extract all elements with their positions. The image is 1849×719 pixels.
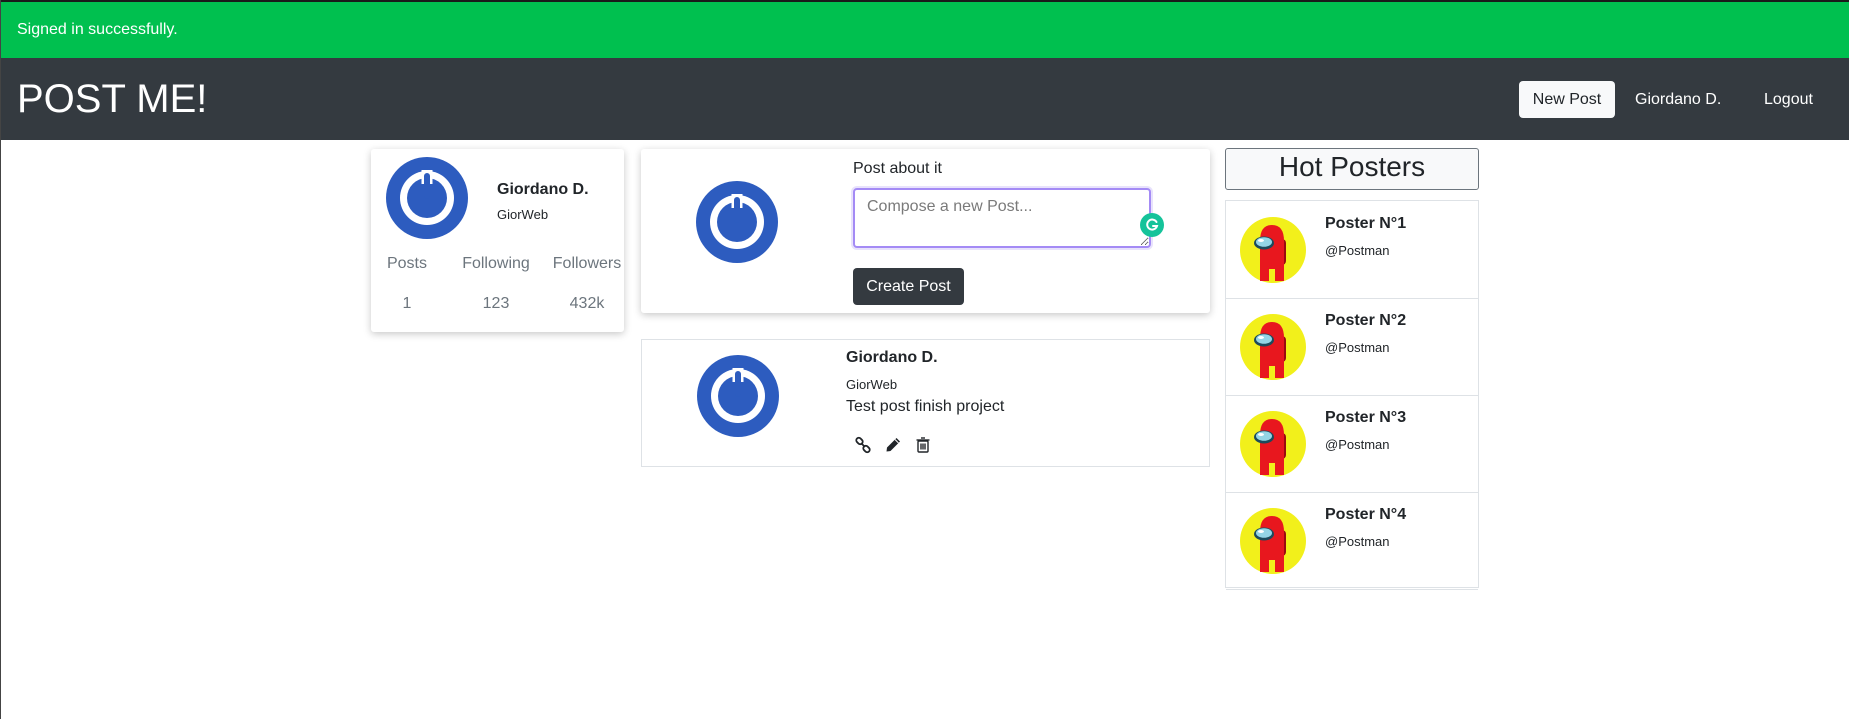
stat-value-posts: 1 <box>402 295 412 312</box>
stat-value-following: 123 <box>482 295 510 312</box>
hot-poster-item[interactable]: Poster N°3 @Postman <box>1226 395 1478 493</box>
post-handle: GiorWeb <box>846 377 898 392</box>
user-profile-link[interactable]: Giordano D. <box>1635 81 1721 118</box>
stat-label-following: Following <box>462 255 530 272</box>
grammarly-icon[interactable] <box>1140 213 1164 237</box>
stat-value-followers: 432k <box>569 295 605 312</box>
brand-logo[interactable]: POST ME! <box>17 75 207 123</box>
crewmate-avatar-icon <box>1240 217 1306 283</box>
compose-textarea[interactable] <box>853 188 1151 248</box>
hot-posters-list: Poster N°1 @Postman Poster N°2 @Postman … <box>1225 200 1479 590</box>
hot-poster-handle: @Postman <box>1325 534 1390 549</box>
hot-poster-handle: @Postman <box>1325 340 1390 355</box>
compose-card: Post about it Create Post <box>641 149 1210 313</box>
user-avatar-power-icon <box>386 157 468 239</box>
profile-card: Giordano D. GiorWeb Posts Following Foll… <box>371 149 624 332</box>
stat-label-followers: Followers <box>552 255 622 272</box>
profile-handle: GiorWeb <box>497 207 549 222</box>
hot-poster-item[interactable]: Poster N°2 @Postman <box>1226 298 1478 396</box>
trash-icon[interactable] <box>914 436 932 454</box>
hot-poster-item[interactable]: Poster N°4 @Postman <box>1226 492 1478 590</box>
compose-label: Post about it <box>853 160 942 177</box>
crewmate-avatar-icon <box>1240 411 1306 477</box>
flash-alert: Signed in successfully. <box>1 2 1849 58</box>
link-icon[interactable] <box>854 436 872 454</box>
compose-avatar-power-icon <box>696 181 778 263</box>
post-card: Giordano D. GiorWeb Test post finish pro… <box>641 339 1210 467</box>
post-author[interactable]: Giordano D. <box>846 349 938 367</box>
pencil-icon[interactable] <box>884 436 902 454</box>
create-post-button[interactable]: Create Post <box>853 268 964 305</box>
hot-poster-handle: @Postman <box>1325 437 1390 452</box>
flash-message: Signed in successfully. <box>17 21 178 38</box>
post-avatar-power-icon <box>697 355 779 437</box>
hot-poster-handle: @Postman <box>1325 243 1390 258</box>
hot-poster-item[interactable]: Poster N°1 @Postman <box>1226 201 1478 299</box>
hot-poster-name[interactable]: Poster N°1 <box>1325 215 1406 233</box>
crewmate-avatar-icon <box>1240 314 1306 380</box>
hot-poster-name[interactable]: Poster N°3 <box>1325 409 1406 427</box>
navbar: POST ME! New Post Giordano D. Logout <box>1 58 1849 140</box>
crewmate-avatar-icon <box>1240 508 1306 574</box>
logout-link[interactable]: Logout <box>1764 81 1813 118</box>
hot-poster-name[interactable]: Poster N°2 <box>1325 312 1406 330</box>
new-post-button[interactable]: New Post <box>1519 81 1615 118</box>
hot-posters-title: Hot Posters <box>1225 148 1479 190</box>
profile-name[interactable]: Giordano D. <box>497 181 589 199</box>
hot-poster-name[interactable]: Poster N°4 <box>1325 506 1406 524</box>
post-body: Test post finish project <box>846 398 1005 415</box>
stat-label-posts: Posts <box>386 255 427 272</box>
